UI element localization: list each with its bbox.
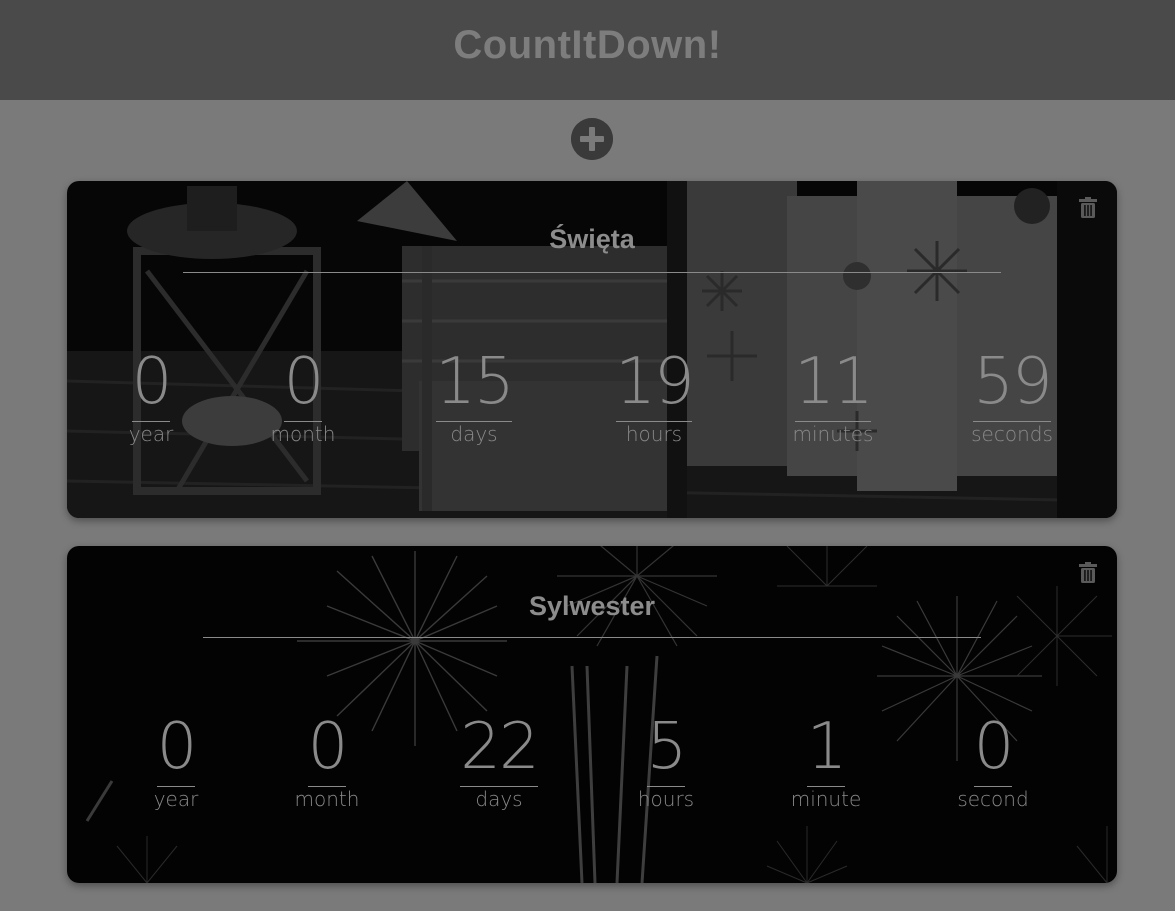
delete-countdown-button[interactable] [1079,562,1097,583]
countdown-unit-hours: 5 hours [636,714,696,810]
countdown-unit-month: 0 month [263,349,343,445]
countdown-card: Święta 0 year 0 month 15 days 19 hours 1… [67,181,1117,518]
countdown-title[interactable]: Święta [67,224,1117,255]
countdown-value: 0 [283,345,325,419]
countdown-label: days [475,787,523,811]
countdown-unit-year: 0 year [121,349,181,445]
trash-icon [1079,562,1097,583]
countdown-unit-month: 0 month [287,714,367,810]
countdown-label: second [957,787,1029,811]
countdown-label: year [153,787,199,811]
countdown-label: seconds [971,422,1053,446]
countdown-value: 15 [435,345,514,419]
title-divider [183,272,1001,273]
countdown-card: Sylwester 0 year 0 month 22 days 5 hours… [67,546,1117,883]
countdown-label: month [294,787,360,811]
countdown-unit-minutes: 11 minutes [783,349,883,445]
countdown-label: month [270,422,336,446]
countdown-unit-second: 0 second [953,714,1033,810]
app-title: CountItDown! [453,22,722,67]
add-countdown-button[interactable] [571,118,613,160]
countdown-label: year [128,422,174,446]
trash-icon [1079,197,1097,218]
countdown-value: 19 [615,345,694,419]
countdown-unit-days: 15 days [428,349,520,445]
countdown-value: 59 [973,345,1052,419]
countdown-label: hours [637,787,695,811]
countdown-label: hours [625,422,683,446]
countdown-unit-seconds: 59 seconds [962,349,1062,445]
countdown-label: minute [790,787,862,811]
countdown-unit-year: 0 year [146,714,206,810]
countdown-value: 0 [156,710,198,784]
countdown-value: 11 [794,345,873,419]
countdown-value: 22 [460,710,539,784]
countdown-unit-hours: 19 hours [608,349,700,445]
plus-circle-icon [571,118,613,160]
countdown-label: days [450,422,498,446]
countdown-unit-minute: 1 minute [786,714,866,810]
countdown-value: 5 [646,710,688,784]
title-divider [203,637,981,638]
app-header: CountItDown! [0,0,1175,100]
countdown-title[interactable]: Sylwester [67,591,1117,622]
countdown-label: minutes [792,422,874,446]
countdown-unit-days: 22 days [453,714,545,810]
countdown-value: 0 [131,345,173,419]
countdown-value: 0 [973,710,1015,784]
delete-countdown-button[interactable] [1079,197,1097,218]
countdown-value: 1 [806,710,848,784]
countdown-value: 0 [307,710,349,784]
